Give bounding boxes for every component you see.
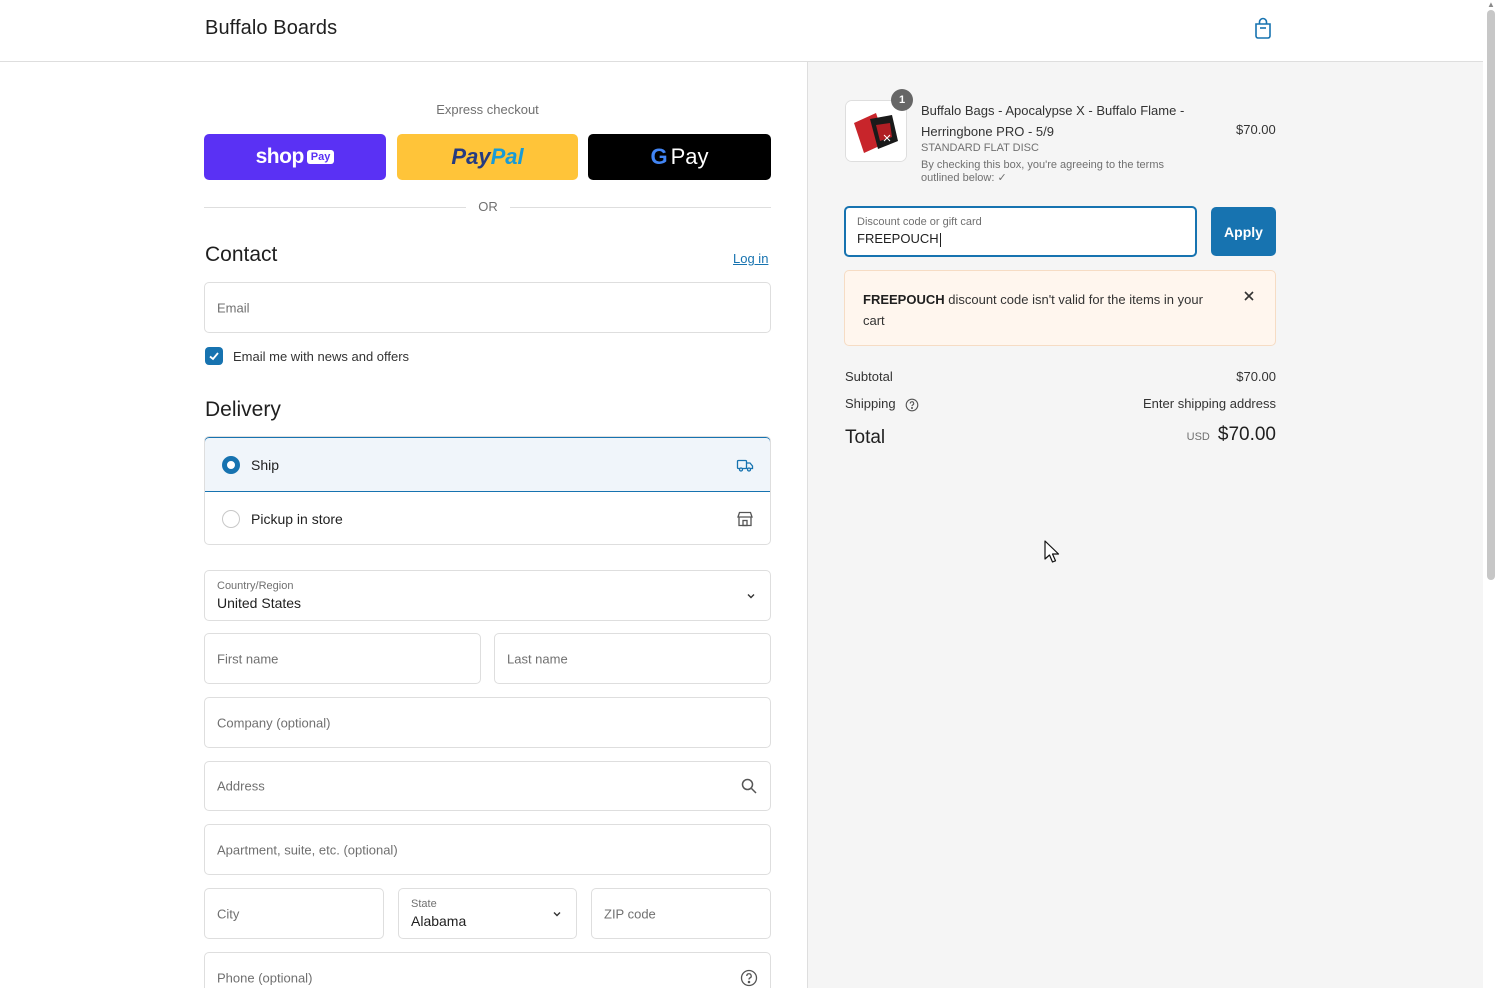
subtotal-value: $70.00 [1236,369,1276,384]
product-variant: STANDARD FLAT DISC [921,142,1039,154]
total-row: Total USD $70.00 [845,424,1276,449]
address-placeholder: Address [217,778,265,794]
zip-field[interactable]: ZIP code [591,888,771,939]
city-placeholder: City [217,906,240,921]
or-text: OR [478,199,498,214]
company-placeholder: Company (optional) [217,715,331,730]
discount-label: Discount code or gift card [857,216,982,228]
product-note: By checking this box, you're agreeing to… [921,159,1165,184]
country-select[interactable]: Country/Region United States [204,570,771,621]
company-field[interactable]: Company (optional) [204,697,771,748]
check-icon [209,352,219,361]
truck-icon [736,456,754,474]
quantity-badge: 1 [891,89,913,111]
total-value: $70.00 [1217,424,1276,445]
google-g-icon: G [650,144,668,169]
divider-line-left [204,207,466,208]
phone-placeholder: Phone (optional) [217,970,313,985]
apartment-placeholder: Apartment, suite, etc. (optional) [217,842,398,857]
error-code: FREEPOUCH [863,292,945,307]
currency-code: USD [1186,431,1210,443]
login-link[interactable]: Log in [733,251,768,266]
zip-placeholder: ZIP code [604,906,656,921]
delivery-option-ship[interactable]: Ship [205,437,770,492]
chevron-down-icon [747,593,755,598]
last-name-placeholder: Last name [507,651,568,666]
state-select[interactable]: State Alabama [398,888,577,939]
scrollbar-thumb[interactable] [1487,10,1495,580]
phone-field[interactable]: Phone (optional) [204,952,771,988]
shipping-label: Shipping [845,396,896,411]
email-placeholder: Email [217,300,250,315]
subtotal-label: Subtotal [845,369,893,384]
contact-title: Contact [205,243,278,266]
delivery-title: Delivery [205,398,281,421]
pickup-label: Pickup in store [251,511,343,527]
ship-label: Ship [251,456,280,473]
store-icon [736,510,754,528]
discount-value-row: FREEPOUCH [857,231,941,247]
search-icon [741,778,757,794]
discount-code-field[interactable]: Discount code or gift card FREEPOUCH [844,206,1197,257]
help-circle-icon[interactable] [905,398,919,412]
paypal-logo-pal: Pal [490,144,524,169]
help-circle-icon [740,969,758,986]
subtotal-row: Subtotal $70.00 [845,369,1276,384]
state-label: State [411,898,437,910]
discount-error-text: FREEPOUCH discount code isn't valid for … [863,289,1223,331]
address-field[interactable]: Address [204,761,771,811]
state-value: Alabama [411,913,467,929]
paypal-logo-pay: Pay [451,144,491,169]
delivery-method-group: Ship Pickup in store [204,436,771,545]
shopping-bag-icon[interactable] [1252,16,1274,40]
first-name-placeholder: First name [217,651,279,666]
total-label: Total [845,427,886,448]
text-caret [939,232,941,247]
delivery-option-pickup[interactable]: Pickup in store [205,492,770,544]
express-checkout-title: Express checkout [436,102,539,117]
shop-pay-button[interactable]: shop Pay [204,134,386,180]
last-name-field[interactable]: Last name [494,633,771,684]
total-value-group: USD $70.00 [1187,424,1276,446]
header: Buffalo Boards [0,0,1483,62]
discount-value: FREEPOUCH [857,231,939,246]
shop-pay-chip: Pay [306,150,335,164]
scroll-up-arrow-icon[interactable]: ▲ [1487,0,1495,9]
country-value: United States [217,595,302,611]
shipping-value: Enter shipping address [1143,396,1276,411]
divider-line-right [510,207,771,208]
google-pay-label: Pay [670,144,709,169]
shop-pay-logo: shop [255,145,305,168]
discount-error-banner: FREEPOUCH discount code isn't valid for … [844,270,1276,346]
paypal-button[interactable]: PayPal [397,134,578,180]
pickup-radio[interactable] [222,510,240,528]
first-name-field[interactable]: First name [204,633,481,684]
ship-radio[interactable] [222,455,240,474]
city-field[interactable]: City [204,888,384,939]
close-icon[interactable] [1242,289,1256,303]
newsletter-label: Email me with news and offers [233,348,410,364]
product-price: $70.00 [1236,122,1276,137]
country-label: Country/Region [217,580,294,592]
newsletter-checkbox[interactable] [205,347,223,365]
email-field[interactable]: Email [204,282,771,333]
order-summary-pane [807,62,1483,988]
store-name[interactable]: Buffalo Boards [205,17,337,40]
apartment-field[interactable]: Apartment, suite, etc. (optional) [204,824,771,875]
google-pay-button[interactable]: G Pay [588,134,771,180]
or-divider: OR [204,199,771,215]
product-name: Buffalo Bags - Apocalypse X - Buffalo Fl… [921,103,1185,139]
newsletter-row[interactable]: Email me with news and offers [205,347,409,365]
mouse-cursor-icon [1044,540,1060,563]
apply-button[interactable]: Apply [1211,207,1276,256]
chevron-down-icon [553,911,561,916]
paypal-logo: PayPal [451,144,523,170]
shipping-row: Shipping Enter shipping address [845,396,1276,412]
